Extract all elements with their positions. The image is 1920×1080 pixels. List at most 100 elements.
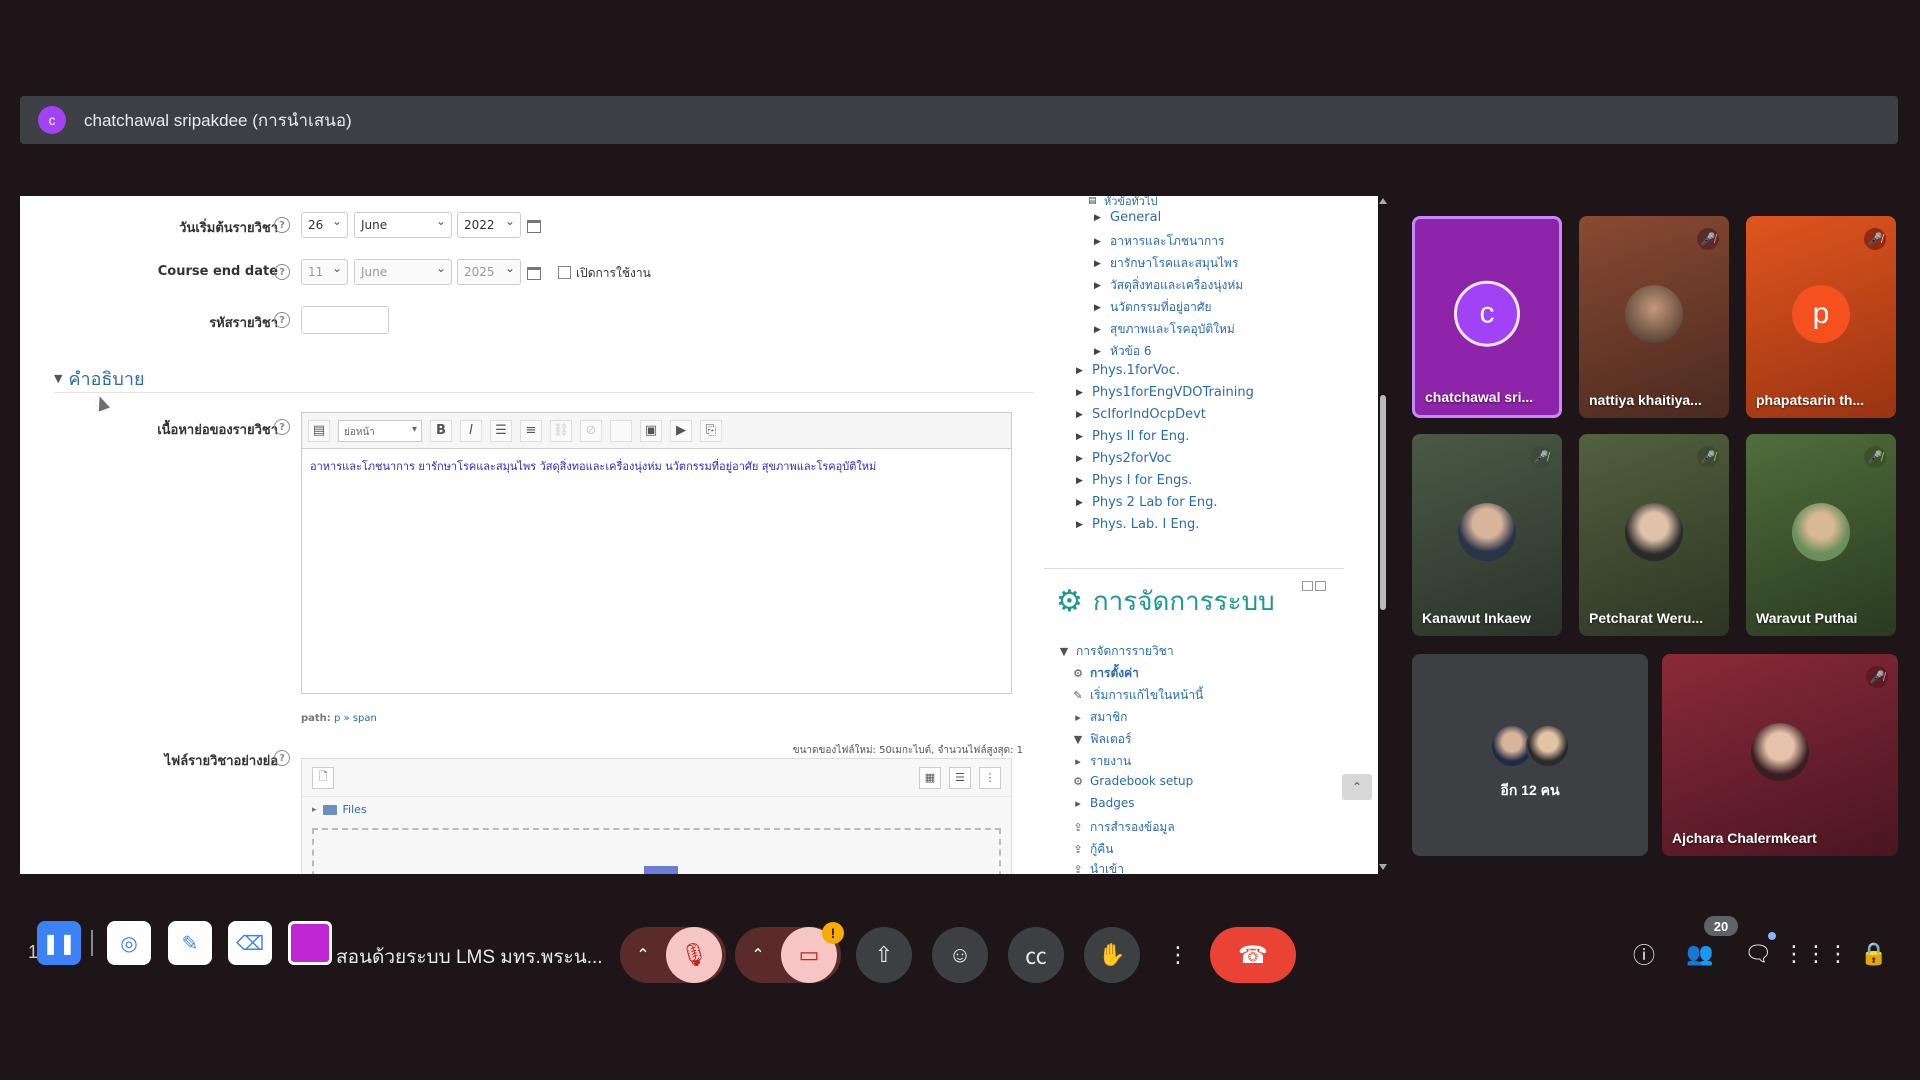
start-day-select[interactable]: 26 — [301, 212, 348, 238]
pen-button[interactable]: ✎ — [168, 921, 212, 965]
laser-pointer-button[interactable]: ◎ — [107, 921, 151, 965]
list-view-icon[interactable]: ☰ — [949, 766, 971, 789]
calendar-icon[interactable] — [527, 220, 541, 233]
toolbar-toggle-icon[interactable]: ▤ — [308, 419, 330, 442]
start-month-select[interactable]: June — [354, 212, 452, 238]
unlink-icon[interactable]: ⊘ — [580, 419, 602, 442]
activities-button[interactable]: ⋮⋮⋮ — [1783, 938, 1849, 970]
tree-item[interactable]: ▶ Phys 2 Lab for Eng. — [1076, 495, 1218, 510]
eraser-button[interactable]: ⌫ — [228, 921, 272, 965]
end-day-select[interactable]: 11 — [301, 259, 348, 285]
admin-item[interactable]: ⇪ นำเข้า — [1072, 860, 1124, 874]
enable-end-date-checkbox[interactable] — [558, 266, 571, 279]
end-month-select[interactable]: June — [354, 259, 452, 285]
tree-item[interactable]: ▶ อาหารและโภชนาการ — [1094, 232, 1224, 251]
numbered-list-icon[interactable]: ≡ — [520, 419, 542, 442]
chevron-up-icon[interactable]: ⌃ — [735, 945, 781, 965]
course-id-input[interactable] — [301, 306, 389, 334]
host-controls-button[interactable]: 🔒 — [1858, 938, 1890, 970]
files-path[interactable]: ▸ Files — [302, 797, 1011, 822]
help-icon[interactable]: ? — [274, 264, 290, 280]
tree-item[interactable]: ▶ Phys. Lab. I Eng. — [1076, 517, 1199, 532]
admin-item[interactable]: ▸ Badges — [1072, 796, 1134, 810]
tree-item[interactable]: ▶ General — [1094, 210, 1161, 225]
tree-item[interactable]: ▶ Phys II for Eng. — [1076, 429, 1189, 444]
editor-content[interactable]: อาหารและโภชนาการ ยารักษาโรคและสมุนไพร วั… — [302, 449, 1011, 484]
tree-item[interactable]: ▶ วัสดุสิ่งทอและเครื่องนุ่งห่ม — [1094, 276, 1243, 295]
help-icon[interactable]: ? — [274, 750, 290, 766]
present-screen-button[interactable]: ⇧ — [856, 927, 912, 983]
tree-item[interactable]: ▶ Phys.1forVoc. — [1076, 363, 1180, 378]
admin-item[interactable]: ▸ สมาชิก — [1072, 708, 1127, 727]
raise-hand-button[interactable]: ✋ — [1084, 927, 1140, 983]
leave-call-button[interactable]: ☎ — [1210, 927, 1296, 983]
admin-item[interactable]: ⇪ การสำรองข้อมูล — [1072, 818, 1174, 837]
tree-item[interactable]: ▶ Phys I for Engs. — [1076, 473, 1192, 488]
tree-item[interactable]: ▶ ยารักษาโรคและสมุนไพร — [1094, 254, 1238, 273]
end-year-select[interactable]: 2025 — [457, 259, 521, 285]
block-controls[interactable] — [1302, 581, 1326, 591]
admin-item[interactable]: ▼ ฟิลเตอร์ — [1072, 730, 1132, 749]
mic-control[interactable]: ⌃ 🎙 — [620, 927, 726, 983]
admin-item[interactable]: ▸ รายงาน — [1072, 752, 1131, 771]
tree-item[interactable]: ▶ นวัตกรรมที่อยู่อาศัย — [1094, 298, 1212, 317]
tree-item[interactable]: ▤ หัวข้อทั่วไป — [1088, 196, 1158, 210]
participant-tile[interactable]: 🎤̸ nattiya khaitiya... — [1579, 216, 1729, 418]
lock-person-icon: 🔒 — [1860, 941, 1888, 966]
image-icon[interactable]: ▣ — [640, 419, 662, 442]
tree-item[interactable]: ▶ Phys1forEngVDOTraining — [1076, 385, 1254, 400]
tree-item[interactable]: ▶ ScIforIndOcpDevt — [1076, 407, 1206, 422]
chevron-up-icon[interactable]: ⌃ — [620, 945, 666, 965]
participant-tile[interactable]: 🎤̸ Ajchara Chalermkeart — [1662, 654, 1898, 856]
start-year-select[interactable]: 2022 — [457, 212, 521, 238]
admin-item[interactable]: ⇪ กู้คืน — [1072, 840, 1113, 859]
emoticon-icon[interactable] — [610, 419, 632, 442]
meeting-info-button[interactable]: ⓘ — [1628, 938, 1660, 970]
admin-item[interactable]: ✎ เริ่มการแก้ไขในหน้านี้ — [1072, 686, 1203, 705]
admin-item[interactable]: ⚙ การตั้งค่า — [1072, 664, 1139, 683]
tree-view-icon[interactable]: ⋮ — [979, 766, 1001, 789]
file-manager-icon[interactable]: ⎘ — [700, 419, 722, 442]
media-icon[interactable]: ▶ — [670, 419, 692, 442]
more-options-button[interactable]: ⋮ — [1160, 927, 1196, 983]
help-icon[interactable]: ? — [274, 419, 290, 435]
help-icon[interactable]: ? — [274, 217, 290, 233]
scroll-up-arrow-icon[interactable] — [1379, 198, 1387, 204]
paragraph-format-select[interactable]: ย่อหน้า — [338, 419, 422, 442]
tree-item[interactable]: ▶ สุขภาพและโรคอุบัติใหม่ — [1094, 320, 1235, 339]
link-icon[interactable]: ⛓ — [550, 419, 572, 442]
grid-view-icon[interactable]: ▦ — [919, 766, 941, 789]
help-icon[interactable]: ? — [274, 312, 290, 328]
calendar-icon[interactable] — [527, 267, 541, 280]
bold-icon[interactable]: B — [430, 419, 452, 442]
participant-tile[interactable]: c chatchawal sri... — [1412, 216, 1562, 418]
bullet-list-icon[interactable]: ☰ — [490, 419, 512, 442]
description-section-toggle[interactable]: ▼ คำอธิบาย — [54, 364, 145, 393]
view-switcher: ▦ ☰ ⋮ — [919, 766, 1001, 789]
pen-color-swatch[interactable] — [288, 921, 332, 965]
mic-off-icon[interactable]: 🎙 — [666, 927, 722, 983]
pause-annotation-button[interactable]: ❚❚ — [37, 921, 81, 965]
tree-item[interactable]: ▶ Phys2forVoc — [1076, 451, 1172, 466]
overflow-tile[interactable]: อีก 12 คน — [1412, 654, 1648, 856]
people-button[interactable]: 👥 — [1684, 938, 1716, 970]
participant-tile[interactable]: 🎤̸ Kanawut Inkaew — [1412, 434, 1562, 636]
admin-root[interactable]: ▼ การจัดการรายวิชา — [1058, 642, 1174, 661]
admin-item[interactable]: ⚙ Gradebook setup — [1072, 774, 1193, 788]
scrollbar-thumb[interactable] — [1380, 395, 1386, 610]
italic-icon[interactable]: I — [460, 419, 482, 442]
participant-tile[interactable]: 🎤̸ Waravut Puthai — [1746, 434, 1896, 636]
participant-tile[interactable]: 🎤̸ p phapatsarin th... — [1746, 216, 1896, 418]
captions-button[interactable]: ㏄ — [1008, 927, 1064, 983]
reactions-button[interactable]: ☺ — [932, 927, 988, 983]
hide-block-icon[interactable] — [1315, 581, 1326, 591]
file-dropzone[interactable] — [312, 828, 1001, 874]
scroll-down-arrow-icon[interactable] — [1379, 864, 1387, 870]
add-file-icon[interactable]: 🗋 — [312, 766, 334, 789]
participant-tile[interactable]: 🎤̸ Petcharat Weru... — [1579, 434, 1729, 636]
scroll-to-top-button[interactable]: ⌃ — [1342, 774, 1372, 800]
chat-button[interactable]: 🗨 — [1742, 938, 1774, 970]
summary-editor[interactable]: ▤ ย่อหน้า B I ☰ ≡ ⛓ ⊘ ▣ ▶ ⎘ อาหารและโภชน… — [301, 412, 1012, 694]
dock-icon[interactable] — [1302, 581, 1313, 591]
tree-item[interactable]: ▶ หัวข้อ 6 — [1094, 342, 1152, 361]
